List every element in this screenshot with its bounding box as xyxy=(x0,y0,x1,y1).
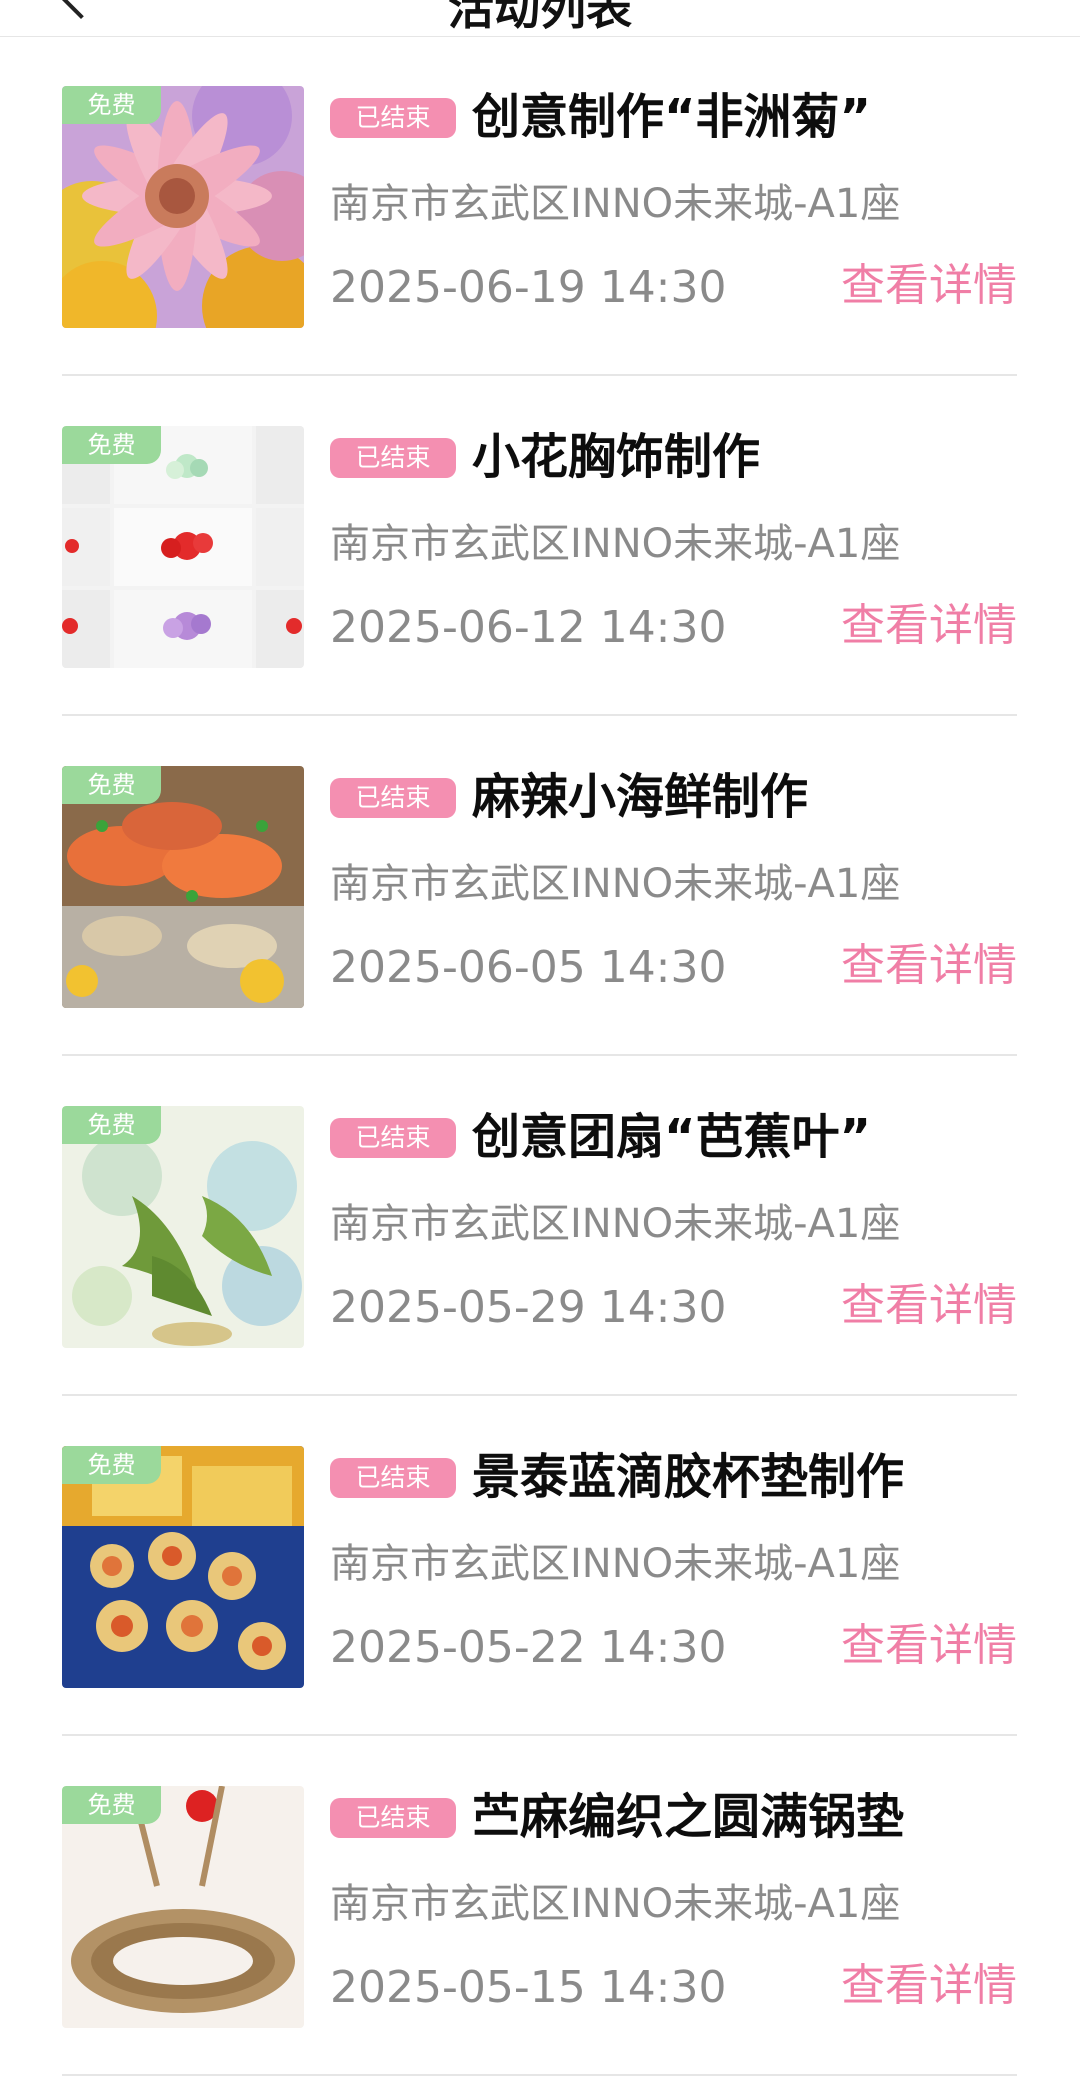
event-datetime: 2025-05-22 14:30 xyxy=(330,1622,727,1673)
free-tag: 免费 xyxy=(62,1786,161,1824)
event-card[interactable]: 免费 已结束 景泰蓝滴胶杯垫制作 南京市玄武区INNO未来城-A1座 2025-… xyxy=(62,1396,1017,1736)
view-details-link[interactable]: 查看详情 xyxy=(841,256,1017,316)
event-location: 南京市玄武区INNO未来城-A1座 xyxy=(330,861,901,907)
event-thumbnail[interactable]: 免费 xyxy=(62,426,304,668)
event-location: 南京市玄武区INNO未来城-A1座 xyxy=(330,521,901,567)
event-location: 南京市玄武区INNO未来城-A1座 xyxy=(330,1541,901,1587)
event-datetime: 2025-05-29 14:30 xyxy=(330,1282,727,1333)
event-thumbnail[interactable]: 免费 xyxy=(62,1106,304,1348)
event-card[interactable]: 免费 已结束 创意团扇“芭蕉叶” 南京市玄武区INNO未来城-A1座 2025-… xyxy=(62,1056,1017,1396)
view-details-link[interactable]: 查看详情 xyxy=(841,1956,1017,2016)
event-datetime: 2025-05-15 14:30 xyxy=(330,1962,727,2013)
event-datetime: 2025-06-05 14:30 xyxy=(330,942,727,993)
free-tag: 免费 xyxy=(62,86,161,124)
status-badge: 已结束 xyxy=(330,438,456,478)
view-details-link[interactable]: 查看详情 xyxy=(841,596,1017,656)
page-title: 活动列表 xyxy=(448,0,632,35)
event-thumbnail[interactable]: 免费 xyxy=(62,766,304,1008)
event-thumbnail[interactable]: 免费 xyxy=(62,1786,304,2028)
event-card[interactable]: 免费 已结束 苎麻编织之圆满锅垫 南京市玄武区INNO未来城-A1座 2025-… xyxy=(62,1736,1017,2076)
status-badge: 已结束 xyxy=(330,1118,456,1158)
status-badge: 已结束 xyxy=(330,1458,456,1498)
free-tag: 免费 xyxy=(62,1106,161,1144)
event-title[interactable]: 麻辣小海鲜制作 xyxy=(472,762,808,832)
event-title[interactable]: 创意团扇“芭蕉叶” xyxy=(472,1102,871,1172)
view-details-link[interactable]: 查看详情 xyxy=(841,1276,1017,1336)
event-location: 南京市玄武区INNO未来城-A1座 xyxy=(330,1881,901,1927)
event-thumbnail[interactable]: 免费 xyxy=(62,1446,304,1688)
event-title[interactable]: 景泰蓝滴胶杯垫制作 xyxy=(472,1442,904,1512)
event-location: 南京市玄武区INNO未来城-A1座 xyxy=(330,181,901,227)
view-details-link[interactable]: 查看详情 xyxy=(841,1616,1017,1676)
free-tag: 免费 xyxy=(62,1446,161,1484)
event-card[interactable]: 免费 已结束 小花胸饰制作 南京市玄武区INNO未来城-A1座 2025-06-… xyxy=(62,376,1017,716)
event-thumbnail[interactable]: 免费 xyxy=(62,86,304,328)
event-title[interactable]: 创意制作“非洲菊” xyxy=(472,82,871,152)
event-datetime: 2025-06-19 14:30 xyxy=(330,262,727,313)
event-title[interactable]: 小花胸饰制作 xyxy=(472,422,760,492)
status-badge: 已结束 xyxy=(330,1798,456,1838)
event-card[interactable]: 免费 已结束 麻辣小海鲜制作 南京市玄武区INNO未来城-A1座 2025-06… xyxy=(62,716,1017,1056)
status-badge: 已结束 xyxy=(330,778,456,818)
status-badge: 已结束 xyxy=(330,98,456,138)
event-datetime: 2025-06-12 14:30 xyxy=(330,602,727,653)
event-card[interactable]: 免费 已结束 创意制作“非洲菊” 南京市玄武区INNO未来城-A1座 2025-… xyxy=(62,36,1017,376)
free-tag: 免费 xyxy=(62,766,161,804)
top-bar: 活动列表 xyxy=(0,0,1080,37)
view-details-link[interactable]: 查看详情 xyxy=(841,936,1017,996)
event-location: 南京市玄武区INNO未来城-A1座 xyxy=(330,1201,901,1247)
event-title[interactable]: 苎麻编织之圆满锅垫 xyxy=(472,1782,904,1852)
free-tag: 免费 xyxy=(62,426,161,464)
